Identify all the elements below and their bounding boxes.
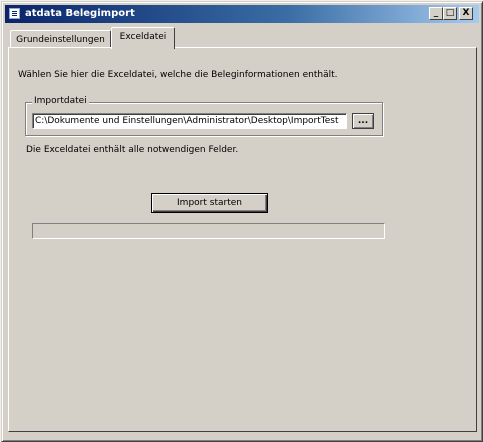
title-bar[interactable]: atdata Belegimport _ □ X bbox=[5, 5, 479, 23]
minimize-button[interactable]: _ bbox=[429, 7, 443, 20]
tab-strip: Grundeinstellungen Exceldatei bbox=[8, 26, 474, 49]
maximize-button[interactable]: □ bbox=[443, 7, 457, 20]
window-title: atdata Belegimport bbox=[25, 8, 135, 19]
import-path-field[interactable] bbox=[32, 113, 347, 129]
app-window: atdata Belegimport _ □ X Grundeinstellun… bbox=[1, 1, 483, 442]
tab-panel-exceldatei: Wählen Sie hier die Exceldatei, welche d… bbox=[8, 47, 477, 432]
instruction-text: Wählen Sie hier die Exceldatei, welche d… bbox=[18, 70, 338, 80]
status-text: Die Exceldatei enthält alle notwendigen … bbox=[26, 145, 239, 155]
app-icon[interactable] bbox=[9, 8, 20, 19]
tab-grundeinstellungen[interactable]: Grundeinstellungen bbox=[10, 30, 111, 48]
group-legend: Importdatei bbox=[32, 96, 89, 106]
import-start-button[interactable]: Import starten bbox=[151, 193, 268, 213]
import-file-group: Importdatei ... bbox=[25, 96, 383, 136]
close-button[interactable]: X bbox=[459, 7, 473, 20]
browse-button[interactable]: ... bbox=[352, 113, 374, 129]
tab-exceldatei[interactable]: Exceldatei bbox=[111, 27, 175, 49]
import-progress-bar bbox=[32, 223, 385, 239]
